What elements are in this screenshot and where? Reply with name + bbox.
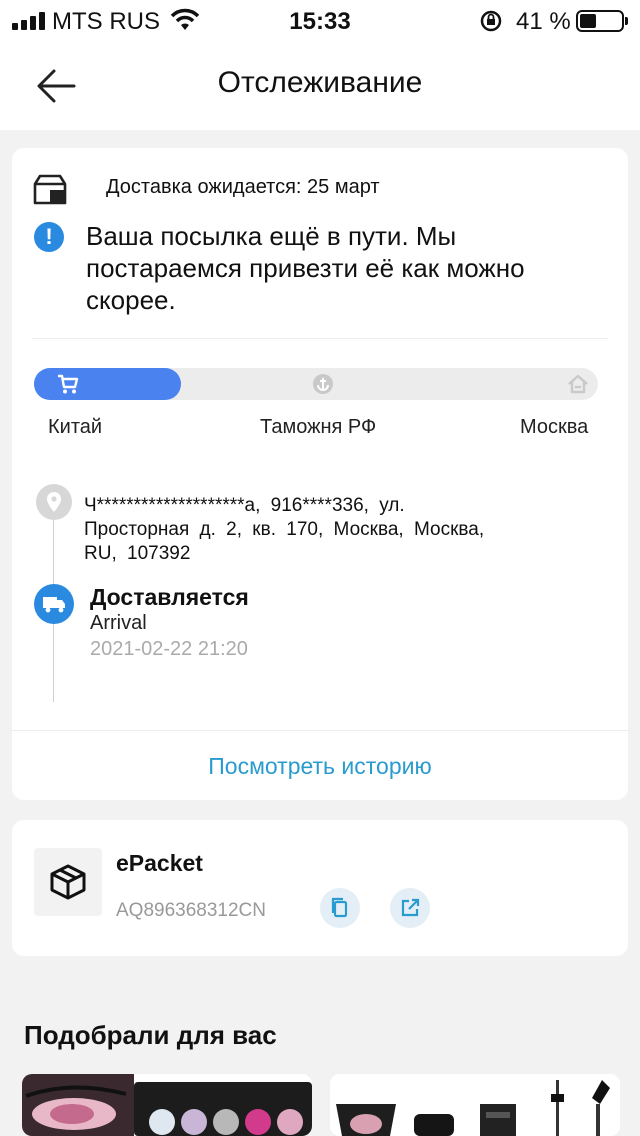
stage-origin: Китай bbox=[48, 416, 103, 438]
page-title: Отслеживание bbox=[217, 66, 423, 99]
battery-icon bbox=[576, 10, 628, 32]
copy-icon bbox=[331, 897, 348, 918]
rotation-lock-icon bbox=[480, 10, 502, 32]
open-external-button[interactable] bbox=[390, 888, 430, 928]
stage-customs: Таможня РФ bbox=[260, 416, 377, 438]
product-image bbox=[330, 1074, 620, 1136]
status-subtitle: Arrival bbox=[90, 612, 147, 634]
cart-icon bbox=[58, 374, 79, 394]
product-image bbox=[22, 1074, 312, 1136]
truck-icon bbox=[34, 584, 74, 624]
tracking-number: AQ896368312CN bbox=[116, 900, 266, 921]
tracking-card: Доставка ожидается: 25 март ! Ваша посыл… bbox=[12, 148, 628, 800]
product-card[interactable] bbox=[22, 1074, 312, 1136]
status-bar: MTS RUS 15:33 41 % bbox=[0, 0, 640, 42]
status-timestamp: 2021-02-22 21:20 bbox=[90, 638, 248, 660]
home-icon bbox=[568, 374, 588, 394]
product-card[interactable] bbox=[330, 1074, 620, 1136]
recommendations-title: Подобрали для вас bbox=[24, 1020, 277, 1050]
copy-button[interactable] bbox=[320, 888, 360, 928]
divider bbox=[12, 730, 628, 731]
external-link-icon bbox=[401, 898, 420, 917]
status-title: Доставляется bbox=[90, 584, 249, 610]
shipment-card: ePacket AQ896368312CN bbox=[12, 820, 628, 956]
delivery-address: Ч********************а, 916****336, ул. … bbox=[84, 495, 485, 564]
view-history-link[interactable]: Посмотреть историю bbox=[12, 753, 628, 780]
progress-track bbox=[34, 368, 598, 400]
battery-percent: 41 % bbox=[516, 8, 571, 35]
status-message: Ваша посылка ещё в пути. Мы постараемся … bbox=[86, 221, 525, 315]
delivery-box-icon bbox=[33, 174, 67, 205]
info-icon: ! bbox=[34, 222, 64, 252]
customs-anchor-icon bbox=[313, 374, 333, 394]
location-pin-icon bbox=[36, 484, 72, 520]
stage-destination: Москва bbox=[520, 416, 589, 438]
header: Отслеживание bbox=[0, 42, 640, 130]
eta-text: Доставка ожидается: 25 март bbox=[106, 176, 380, 198]
package-icon bbox=[34, 848, 102, 916]
divider bbox=[32, 338, 608, 339]
shipping-carrier: ePacket bbox=[116, 850, 203, 876]
